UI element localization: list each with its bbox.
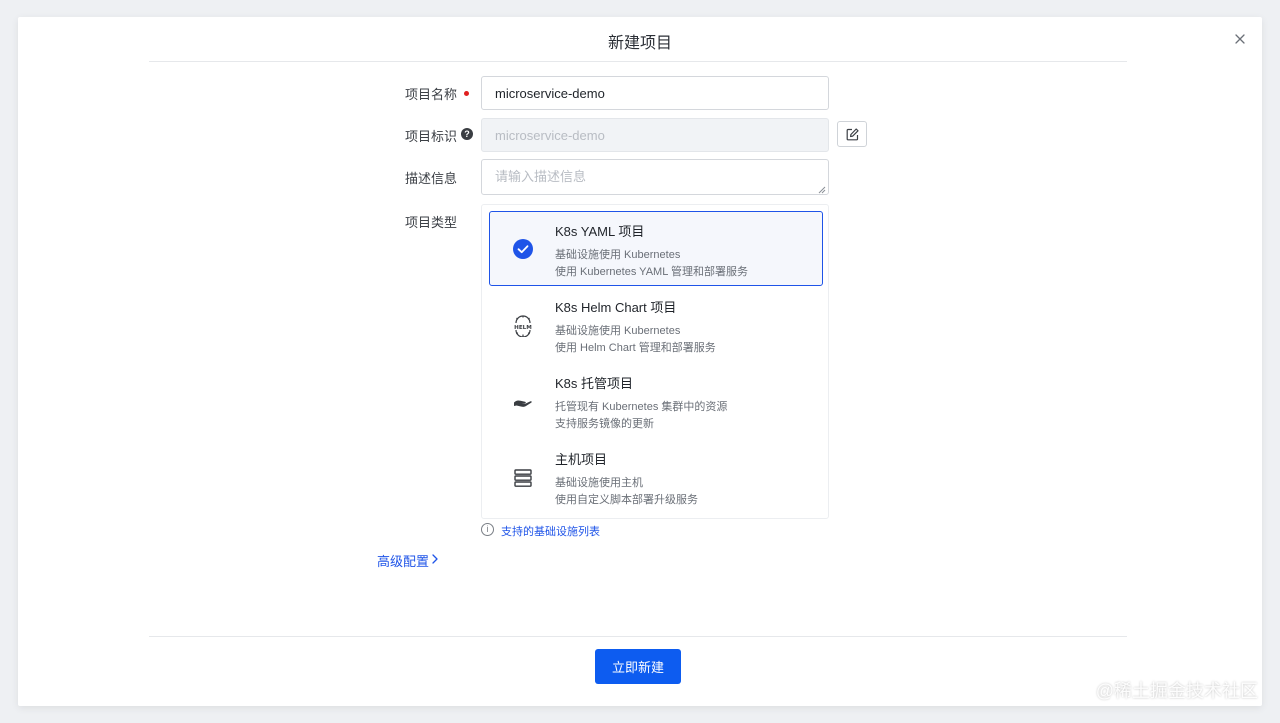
description-label: 描述信息 — [405, 171, 458, 186]
required-dot — [464, 91, 469, 96]
question-icon[interactable]: ? — [461, 128, 473, 140]
check-circle-icon — [513, 239, 535, 261]
close-icon[interactable] — [1232, 31, 1248, 47]
chevron-right-icon — [432, 554, 438, 564]
project-name-input[interactable] — [481, 76, 829, 110]
info-icon: i — [481, 523, 494, 536]
type-title: K8s YAML 项目 — [555, 224, 645, 239]
hand-icon — [512, 391, 534, 413]
type-desc-2: 支持服务镜像的更新 — [555, 418, 654, 430]
svg-text:HELM: HELM — [514, 325, 532, 331]
footer-divider — [149, 636, 1127, 637]
project-type-label: 项目类型 — [405, 215, 458, 230]
type-desc-2: 使用 Helm Chart 管理和部署服务 — [555, 342, 716, 354]
type-card-k8s-managed[interactable]: K8s 托管项目 托管现有 Kubernetes 集群中的资源 支持服务镜像的更… — [489, 363, 823, 438]
type-card-host[interactable]: 主机项目 基础设施使用主机 使用自定义脚本部署升级服务 — [489, 439, 823, 514]
type-desc-2: 使用 Kubernetes YAML 管理和部署服务 — [555, 266, 748, 278]
advanced-config-toggle[interactable]: 高级配置 — [377, 551, 438, 570]
new-project-dialog: 新建项目 项目名称 项目标识 ? 描述信息 项目类型 K8s YAML 项目 基… — [18, 17, 1262, 706]
edit-icon — [846, 128, 859, 141]
type-desc-2: 使用自定义脚本部署升级服务 — [555, 494, 698, 506]
edit-key-button[interactable] — [837, 121, 867, 147]
create-now-button[interactable]: 立即新建 — [595, 649, 681, 684]
project-key-input — [481, 118, 829, 152]
project-key-label: 项目标识 — [405, 129, 458, 144]
type-card-k8s-helm[interactable]: HELM K8s Helm Chart 项目 基础设施使用 Kubernetes… — [489, 287, 823, 362]
type-desc-1: 基础设施使用 Kubernetes — [555, 249, 681, 261]
type-desc-1: 基础设施使用主机 — [555, 477, 643, 489]
type-desc-1: 基础设施使用 Kubernetes — [555, 325, 681, 337]
project-type-list: K8s YAML 项目 基础设施使用 Kubernetes 使用 Kuberne… — [481, 204, 829, 519]
resize-handle-icon[interactable] — [818, 186, 826, 194]
type-title: K8s Helm Chart 项目 — [555, 300, 677, 315]
project-name-label: 项目名称 — [405, 87, 458, 102]
dialog-title: 新建项目 — [607, 35, 672, 52]
type-desc-1: 托管现有 Kubernetes 集群中的资源 — [555, 401, 728, 413]
watermark: @稀土掘金技术社区 — [1095, 681, 1258, 701]
supported-infra-link[interactable]: 支持的基础设施列表 — [501, 523, 600, 539]
helm-icon: HELM — [512, 315, 534, 338]
advanced-config-label: 高级配置 — [377, 554, 430, 569]
type-card-k8s-yaml[interactable]: K8s YAML 项目 基础设施使用 Kubernetes 使用 Kuberne… — [489, 211, 823, 286]
header-divider — [149, 61, 1127, 62]
type-title: 主机项目 — [555, 452, 608, 467]
server-icon — [512, 467, 534, 489]
type-title: K8s 托管项目 — [555, 376, 634, 391]
description-input[interactable] — [481, 159, 829, 195]
